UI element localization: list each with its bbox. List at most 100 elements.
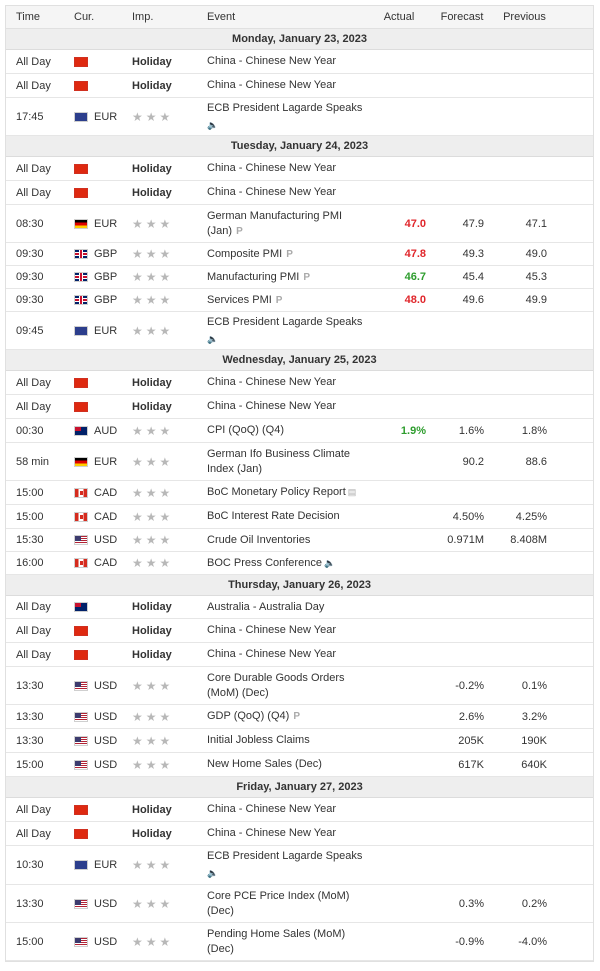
event-row[interactable]: 13:30 USD ★★★ Initial Jobless Claims 205K 190… xyxy=(6,729,593,753)
event-title[interactable]: BoC Monetary Policy Report xyxy=(207,486,346,498)
event-title[interactable]: China - Chinese New Year xyxy=(207,79,336,91)
event-name[interactable]: Crude Oil Inventories xyxy=(202,533,372,548)
event-row[interactable]: 15:00 USD ★★★ New Home Sales (Dec) 617K 640K xyxy=(6,753,593,777)
event-title[interactable]: ECB President Lagarde Speaks xyxy=(207,102,362,114)
event-title[interactable]: Crude Oil Inventories xyxy=(207,534,310,546)
header-time[interactable]: Time xyxy=(6,11,64,23)
event-row[interactable]: 13:30 USD ★★★ GDP (QoQ) (Q4) P 2.6% 3.2% xyxy=(6,705,593,729)
event-title[interactable]: Composite PMI xyxy=(207,248,282,260)
event-row[interactable]: 13:30 USD ★★★ Core Durable Goods Orders (MoM… xyxy=(6,667,593,705)
event-name[interactable]: New Home Sales (Dec) xyxy=(202,757,372,772)
event-name[interactable]: China - Chinese New Year xyxy=(202,647,372,662)
event-row[interactable]: 09:30 GBP ★★★ Manufacturing PMI P 46.7 45.4 45.… xyxy=(6,266,593,289)
header-importance[interactable]: Imp. xyxy=(122,11,202,23)
event-row[interactable]: 09:30 GBP ★★★ Composite PMI P 47.8 49.3 49.0 xyxy=(6,243,593,266)
event-row[interactable]: All Day Holiday China - Chinese New Year xyxy=(6,157,593,181)
event-name[interactable]: German Ifo Business Climate Index (Jan) xyxy=(202,447,372,477)
event-title[interactable]: China - Chinese New Year xyxy=(207,827,336,839)
event-row[interactable]: 13:30 USD ★★★ Core PCE Price Index (MoM) (De… xyxy=(6,885,593,923)
event-row[interactable]: All Day Holiday China - Chinese New Year xyxy=(6,643,593,667)
event-name[interactable]: BoC Interest Rate Decision xyxy=(202,509,372,524)
event-row[interactable]: 16:00 CAD ★★★ BOC Press Conference 🔈 xyxy=(6,552,593,575)
event-title[interactable]: Pending Home Sales (MoM) xyxy=(207,928,345,940)
event-row[interactable]: 09:45 EUR ★★★ ECB President Lagarde Speaks 🔈 xyxy=(6,312,593,350)
event-name[interactable]: China - Chinese New Year xyxy=(202,78,372,93)
event-row[interactable]: All Day Holiday China - Chinese New Year xyxy=(6,798,593,822)
event-title[interactable]: Core PCE Price Index (MoM) xyxy=(207,890,349,902)
event-row[interactable]: All Day Holiday China - Chinese New Year xyxy=(6,181,593,205)
header-event[interactable]: Event xyxy=(202,10,372,25)
event-row[interactable]: 58 min EUR ★★★ German Ifo Business Climate I… xyxy=(6,443,593,481)
speaker-icon[interactable]: 🔈 xyxy=(207,332,372,347)
event-row[interactable]: All Day Holiday China - Chinese New Year xyxy=(6,619,593,643)
event-row[interactable]: All Day Holiday China - Chinese New Year xyxy=(6,50,593,74)
event-title-line2[interactable]: Index (Jan) xyxy=(207,463,262,475)
event-row[interactable]: All Day Holiday Australia - Australia Day xyxy=(6,596,593,619)
event-row[interactable]: All Day Holiday China - Chinese New Year xyxy=(6,371,593,395)
event-name[interactable]: Australia - Australia Day xyxy=(202,600,372,615)
header-previous[interactable]: Previous xyxy=(494,11,555,23)
event-row[interactable]: All Day Holiday China - Chinese New Year xyxy=(6,74,593,98)
event-title[interactable]: China - Chinese New Year xyxy=(207,55,336,67)
event-name[interactable]: Initial Jobless Claims xyxy=(202,733,372,748)
event-title-line2[interactable]: (Dec) xyxy=(207,943,234,955)
event-row[interactable]: 10:30 EUR ★★★ ECB President Lagarde Speaks 🔈 xyxy=(6,846,593,885)
event-name[interactable]: German Manufacturing PMI (Jan) P xyxy=(202,209,372,239)
event-row[interactable]: 15:30 USD ★★★ Crude Oil Inventories 0.971M 8.… xyxy=(6,529,593,552)
event-name[interactable]: Core Durable Goods Orders (MoM) (Dec) xyxy=(202,671,372,701)
event-row[interactable]: 08:30 EUR ★★★ German Manufacturing PMI (Jan)… xyxy=(6,205,593,243)
event-row[interactable]: 15:00 USD ★★★ Pending Home Sales (MoM) (Dec)… xyxy=(6,923,593,961)
event-title-line2[interactable]: (Dec) xyxy=(207,905,234,917)
header-currency[interactable]: Cur. xyxy=(64,11,122,23)
event-name[interactable]: China - Chinese New Year xyxy=(202,399,372,414)
event-row[interactable]: All Day Holiday China - Chinese New Year xyxy=(6,395,593,419)
event-title[interactable]: ECB President Lagarde Speaks xyxy=(207,850,362,862)
event-title[interactable]: Services PMI xyxy=(207,294,272,306)
event-name[interactable]: ECB President Lagarde Speaks 🔈 xyxy=(202,315,372,347)
event-row[interactable]: 00:30 AUD ★★★ CPI (QoQ) (Q4) 1.9% 1.6% 1.8% xyxy=(6,419,593,443)
event-title[interactable]: China - Chinese New Year xyxy=(207,624,336,636)
event-title[interactable]: Australia - Australia Day xyxy=(207,601,324,613)
event-title[interactable]: Manufacturing PMI xyxy=(207,271,299,283)
event-row[interactable]: 09:30 GBP ★★★ Services PMI P 48.0 49.6 49.9 xyxy=(6,289,593,312)
event-title[interactable]: China - Chinese New Year xyxy=(207,648,336,660)
event-name[interactable]: Pending Home Sales (MoM) (Dec) xyxy=(202,927,372,957)
event-name[interactable]: CPI (QoQ) (Q4) xyxy=(202,423,372,438)
header-forecast[interactable]: Forecast xyxy=(430,11,494,23)
event-title[interactable]: German Manufacturing PMI xyxy=(207,210,342,222)
event-title[interactable]: China - Chinese New Year xyxy=(207,376,336,388)
event-title-line2[interactable]: (MoM) (Dec) xyxy=(207,687,269,699)
event-row[interactable]: 15:00 CAD ★★★ BoC Monetary Policy Report ▤ xyxy=(6,481,593,505)
event-name[interactable]: ECB President Lagarde Speaks 🔈 xyxy=(202,101,372,133)
event-title[interactable]: German Ifo Business Climate xyxy=(207,448,350,460)
event-name[interactable]: China - Chinese New Year xyxy=(202,54,372,69)
event-name[interactable]: BOC Press Conference 🔈 xyxy=(202,556,372,571)
event-name[interactable]: Composite PMI P xyxy=(202,247,372,262)
event-title-line2[interactable]: (Jan) xyxy=(207,225,232,237)
event-title[interactable]: Initial Jobless Claims xyxy=(207,734,310,746)
event-title[interactable]: GDP (QoQ) (Q4) xyxy=(207,710,289,722)
document-icon[interactable]: ▤ xyxy=(348,487,357,497)
speaker-icon[interactable]: 🔈 xyxy=(324,558,335,568)
event-name[interactable]: China - Chinese New Year xyxy=(202,826,372,841)
event-row[interactable]: 17:45 EUR ★★★ ECB President Lagarde Speaks 🔈 xyxy=(6,98,593,136)
event-name[interactable]: Manufacturing PMI P xyxy=(202,270,372,285)
event-title[interactable]: ECB President Lagarde Speaks xyxy=(207,316,362,328)
event-title[interactable]: CPI (QoQ) (Q4) xyxy=(207,424,284,436)
event-row[interactable]: All Day Holiday China - Chinese New Year xyxy=(6,822,593,846)
event-name[interactable]: China - Chinese New Year xyxy=(202,185,372,200)
event-title[interactable]: China - Chinese New Year xyxy=(207,162,336,174)
event-name[interactable]: China - Chinese New Year xyxy=(202,161,372,176)
event-name[interactable]: China - Chinese New Year xyxy=(202,623,372,638)
event-title[interactable]: Core Durable Goods Orders xyxy=(207,672,345,684)
event-name[interactable]: Services PMI P xyxy=(202,293,372,308)
speaker-icon[interactable]: 🔈 xyxy=(207,118,372,133)
event-name[interactable]: China - Chinese New Year xyxy=(202,802,372,817)
event-name[interactable]: Core PCE Price Index (MoM) (Dec) xyxy=(202,889,372,919)
event-title[interactable]: BOC Press Conference xyxy=(207,557,322,569)
event-title[interactable]: China - Chinese New Year xyxy=(207,186,336,198)
header-actual[interactable]: Actual xyxy=(372,11,430,23)
speaker-icon[interactable]: 🔈 xyxy=(207,866,372,881)
event-name[interactable]: China - Chinese New Year xyxy=(202,375,372,390)
event-title[interactable]: New Home Sales (Dec) xyxy=(207,758,322,770)
